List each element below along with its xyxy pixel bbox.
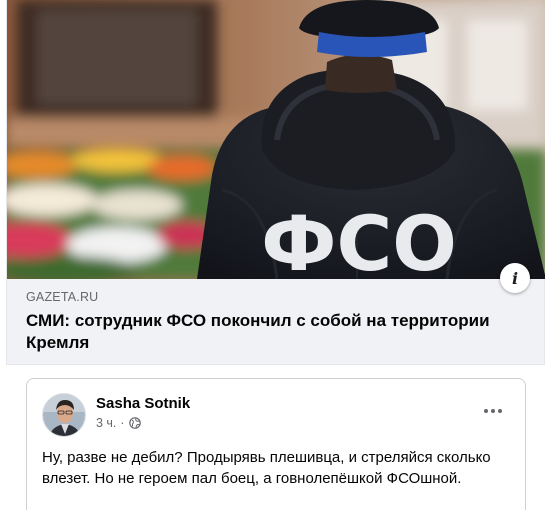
jacket-text: ФСО bbox=[261, 199, 457, 279]
post-text: Ну, разве не дебил? Продырявь плешивца, … bbox=[42, 449, 491, 487]
avatar[interactable] bbox=[42, 393, 86, 437]
facebook-feed-post: ФСО i GAZETA.RU СМИ: сотрудник ФСО покон… bbox=[0, 0, 545, 510]
info-icon[interactable]: i bbox=[500, 263, 530, 293]
post-meta: 3 ч. · bbox=[96, 416, 141, 430]
post-author[interactable]: Sasha Sotnik bbox=[96, 395, 190, 412]
post-timestamp[interactable]: 3 ч. bbox=[96, 416, 116, 430]
meta-separator: · bbox=[120, 416, 125, 430]
more-options-icon[interactable] bbox=[481, 401, 505, 421]
globe-icon[interactable] bbox=[128, 417, 141, 429]
article-photo[interactable]: ФСО bbox=[7, 0, 545, 279]
shared-post-card: Sasha Sotnik 3 ч. · Ну, разве не дебил? … bbox=[26, 378, 526, 510]
link-headline[interactable]: СМИ: сотрудник ФСО покончил с собой на т… bbox=[26, 310, 536, 354]
link-domain: GAZETA.RU bbox=[26, 290, 99, 304]
link-preview-card[interactable]: ФСО i GAZETA.RU СМИ: сотрудник ФСО покон… bbox=[6, 0, 545, 365]
